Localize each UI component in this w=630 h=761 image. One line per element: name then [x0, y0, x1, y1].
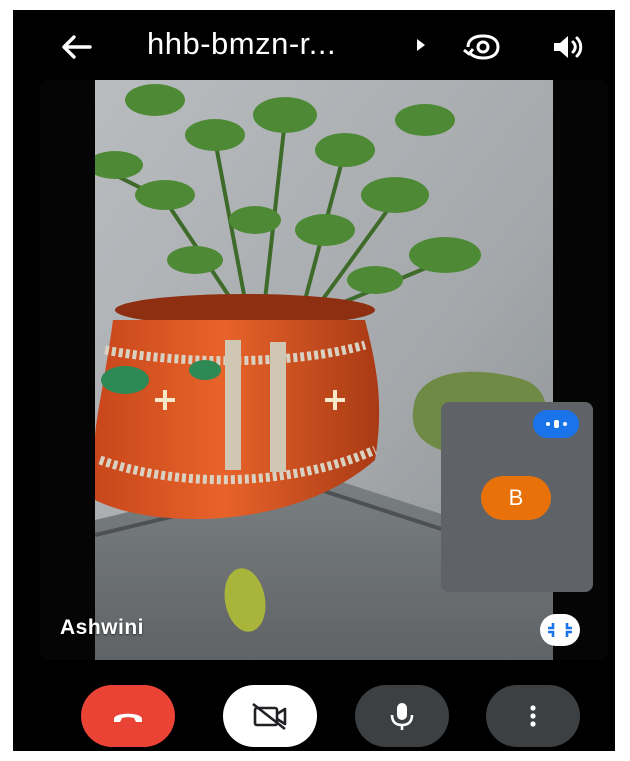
speaker-icon	[554, 36, 583, 58]
mic-icon	[390, 703, 414, 730]
videocam-off-icon	[252, 702, 287, 731]
minimize-tile-button[interactable]	[540, 614, 580, 646]
top-bar: hhb-bmzn-r...	[13, 10, 615, 80]
participant-name-label: Ashwini	[60, 616, 145, 639]
camera-toggle-button[interactable]	[223, 685, 317, 747]
collapse-icon	[548, 623, 572, 637]
mic-button[interactable]	[355, 685, 449, 747]
end-call-button[interactable]	[81, 685, 175, 747]
speaker-button[interactable]	[551, 32, 585, 62]
call-end-icon	[114, 713, 142, 722]
more-vert-icon	[530, 705, 536, 727]
arrow-left-icon	[62, 35, 92, 59]
self-view-tile[interactable]: B	[441, 402, 593, 592]
switch-camera-icon	[463, 34, 500, 60]
more-options-button[interactable]	[486, 685, 580, 747]
speaking-indicator-icon	[533, 410, 579, 438]
self-avatar: B	[481, 476, 551, 520]
caret-right-icon[interactable]	[417, 39, 425, 51]
meeting-code-title[interactable]: hhb-bmzn-r...	[147, 26, 336, 62]
switch-camera-button[interactable]	[463, 30, 503, 64]
meet-call-screen: hhb-bmzn-r... Ashwini B	[13, 10, 615, 751]
main-video-tile[interactable]: Ashwini B	[40, 80, 608, 660]
back-button[interactable]	[59, 32, 93, 62]
